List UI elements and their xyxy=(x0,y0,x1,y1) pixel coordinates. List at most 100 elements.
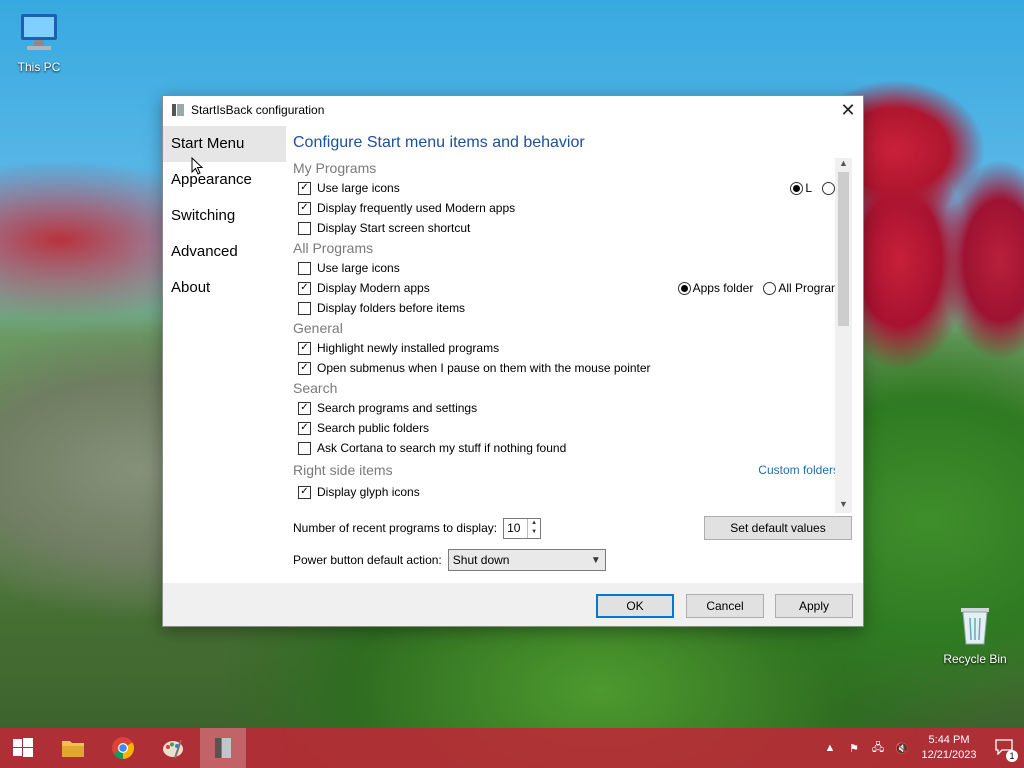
search-programs-row[interactable]: ✓ Search programs and settings xyxy=(293,398,853,418)
checkbox-label: Display frequently used Modern apps xyxy=(317,201,516,215)
display-modern-apps-row[interactable]: ✓ Display Modern apps Apps folder All Pr… xyxy=(293,278,853,298)
checkbox-label: Use large icons xyxy=(317,261,400,275)
notifications-icon[interactable]: 1 xyxy=(984,738,1024,762)
show-hidden-icons-icon[interactable]: ▲ xyxy=(818,742,842,754)
close-icon[interactable]: ✕ xyxy=(833,96,863,124)
power-button-value: Shut down xyxy=(452,553,510,567)
folders-before-items-row[interactable]: Display folders before items xyxy=(293,298,853,318)
recent-programs-value[interactable]: 10 xyxy=(504,519,527,538)
chevron-down-icon: ▼ xyxy=(590,554,601,566)
computer-icon xyxy=(21,14,57,50)
recycle-bin-icon xyxy=(961,608,989,645)
frequent-modern-apps-checkbox[interactable]: ✓ xyxy=(298,201,311,215)
recent-programs-label: Number of recent programs to display: xyxy=(293,521,498,535)
nav-item-about[interactable]: About xyxy=(163,270,286,306)
windows-logo-icon xyxy=(13,738,33,757)
checkbox-label: Use large icons xyxy=(317,181,400,195)
use-large-icons-checkbox[interactable]: ✓ xyxy=(298,181,311,195)
search-programs-checkbox[interactable]: ✓ xyxy=(298,401,311,415)
checkbox-label: Display glyph icons xyxy=(317,485,420,499)
section-all-programs: All Programs xyxy=(293,240,374,256)
radio-all-programs[interactable] xyxy=(763,281,777,295)
open-submenus-row[interactable]: ✓ Open submenus when I pause on them wit… xyxy=(293,358,853,378)
search-public-folders-checkbox[interactable]: ✓ xyxy=(298,421,311,435)
section-right-side-items: Right side items xyxy=(293,462,393,478)
stepper-buttons[interactable]: ▲ ▼ xyxy=(527,518,540,538)
glyph-icons-row[interactable]: ✓ Display glyph icons xyxy=(293,482,853,502)
set-default-values-button[interactable]: Set default values xyxy=(704,516,852,540)
recent-programs-stepper[interactable]: 10 ▲ ▼ xyxy=(503,517,542,539)
desktop-icon-label: This PC xyxy=(17,60,61,74)
ok-button[interactable]: OK xyxy=(596,594,674,618)
highlight-new-programs-row[interactable]: ✓ Highlight newly installed programs xyxy=(293,338,853,358)
paint-palette-icon xyxy=(163,739,183,759)
desktop-icon-recycle-bin[interactable]: Recycle Bin xyxy=(940,600,1010,666)
nav-item-advanced[interactable]: Advanced xyxy=(163,234,286,270)
scrollbar-thumb[interactable] xyxy=(838,172,849,326)
nav-item-appearance[interactable]: Appearance xyxy=(163,162,286,198)
frequent-modern-apps-row[interactable]: ✓ Display frequently used Modern apps xyxy=(293,198,853,218)
apply-button[interactable]: Apply xyxy=(775,594,853,618)
modern-apps-radio-group: Apps folder All Programs xyxy=(677,281,847,295)
power-button-select[interactable]: Shut down ▼ xyxy=(447,549,606,571)
desktop-icon-this-pc[interactable]: This PC xyxy=(4,10,74,74)
radio-apps-folder[interactable] xyxy=(677,281,691,295)
vertical-scrollbar[interactable]: ▲ ▼ xyxy=(835,158,852,513)
search-public-folders-row[interactable]: ✓ Search public folders xyxy=(293,418,853,438)
title-bar[interactable]: StartIsBack configuration ✕ xyxy=(163,96,863,124)
mouse-cursor-icon xyxy=(191,157,203,175)
power-button-row: Power button default action: Shut down ▼ xyxy=(293,547,853,573)
notification-count-badge: 1 xyxy=(1006,749,1018,762)
speaker-muted-icon[interactable]: 🔇 xyxy=(890,742,914,755)
glyph-icons-checkbox[interactable]: ✓ xyxy=(298,485,311,499)
checkbox-label: Open submenus when I pause on them with … xyxy=(317,361,651,375)
checkbox-label: Ask Cortana to search my stuff if nothin… xyxy=(317,441,567,455)
radio-label: L xyxy=(805,181,812,195)
checkbox-label: Display folders before items xyxy=(317,301,466,315)
recent-programs-row: Number of recent programs to display: 10… xyxy=(293,516,853,540)
nav-item-start-menu[interactable]: Start Menu xyxy=(163,126,286,162)
cancel-button[interactable]: Cancel xyxy=(686,594,764,618)
start-button[interactable] xyxy=(0,728,46,768)
desktop-icon-label: Recycle Bin xyxy=(943,652,1007,666)
radio-option-apps-folder[interactable]: Apps folder xyxy=(677,281,754,295)
settings-panel: Configure Start menu items and behavior … xyxy=(293,126,853,571)
radio-m[interactable] xyxy=(822,181,835,195)
taskbar-clock[interactable]: 5:44 PM 12/21/2023 xyxy=(914,733,984,763)
all-use-large-icons-row[interactable]: Use large icons xyxy=(293,258,853,278)
checkbox-label: Search public folders xyxy=(317,421,430,435)
open-submenus-checkbox[interactable]: ✓ xyxy=(298,361,311,375)
taskbar-paint[interactable] xyxy=(150,728,196,768)
highlight-new-programs-checkbox[interactable]: ✓ xyxy=(298,341,311,355)
action-center-flag-icon[interactable]: ⚑ xyxy=(842,742,866,755)
radio-l[interactable] xyxy=(790,181,804,195)
dialog-footer: OK Cancel Apply xyxy=(163,583,863,626)
scroll-up-icon[interactable]: ▲ xyxy=(835,158,852,172)
section-general: General xyxy=(293,320,343,336)
display-modern-apps-checkbox[interactable]: ✓ xyxy=(298,281,311,295)
stepper-up-icon[interactable]: ▲ xyxy=(528,519,540,529)
use-large-icons-row[interactable]: ✓ Use large icons L M xyxy=(293,178,853,198)
radio-label: Apps folder xyxy=(692,281,754,295)
nav-sidebar: Start Menu Appearance Switching Advanced… xyxy=(163,126,286,306)
start-screen-shortcut-row[interactable]: Display Start screen shortcut xyxy=(293,218,853,238)
power-button-label: Power button default action: xyxy=(293,553,442,567)
start-screen-shortcut-checkbox[interactable] xyxy=(298,221,311,235)
stepper-down-icon[interactable]: ▼ xyxy=(528,528,540,538)
all-use-large-icons-checkbox[interactable] xyxy=(298,261,311,275)
folders-before-items-checkbox[interactable] xyxy=(298,301,311,315)
ask-cortana-row[interactable]: Ask Cortana to search my stuff if nothin… xyxy=(293,438,853,458)
checkbox-label: Display Start screen shortcut xyxy=(317,221,471,235)
startisback-app-icon xyxy=(172,104,184,116)
nav-item-switching[interactable]: Switching xyxy=(163,198,286,234)
taskbar-startisback[interactable] xyxy=(200,728,246,768)
ask-cortana-checkbox[interactable] xyxy=(298,441,311,455)
network-icon[interactable]: 🖧 xyxy=(866,739,890,758)
startisback-taskbar-icon xyxy=(215,738,231,758)
radio-option-l[interactable]: L xyxy=(790,181,812,195)
taskbar-chrome[interactable] xyxy=(100,728,146,768)
scroll-down-icon[interactable]: ▼ xyxy=(835,499,852,513)
taskbar-file-explorer[interactable] xyxy=(50,728,96,768)
system-tray: ▲ ⚑ 🖧 🔇 5:44 PM 12/21/2023 1 xyxy=(818,728,1024,768)
page-heading: Configure Start menu items and behavior xyxy=(293,134,585,151)
